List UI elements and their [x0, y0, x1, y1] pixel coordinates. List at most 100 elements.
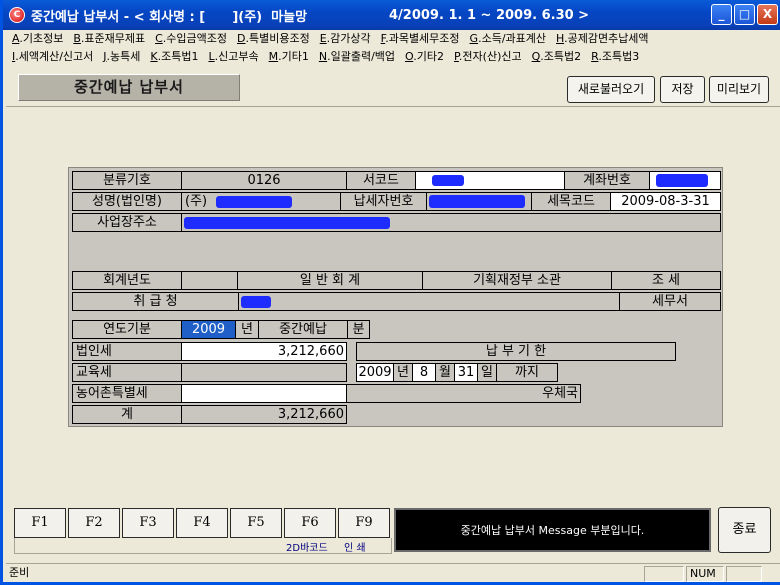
menu-label: .조특법1: [157, 50, 199, 63]
menu-item-l[interactable]: L.신고부속: [208, 50, 258, 63]
menu-label: .세액계산/신고서: [15, 50, 94, 63]
menu-label: .과목별세무조정: [385, 32, 460, 45]
status-bar: 준비 NUM: [6, 563, 780, 582]
fiscal-year-label: 회계년도: [72, 271, 182, 290]
menu-item-k[interactable]: K.조특법1: [150, 50, 198, 63]
redacted-office-code: [432, 175, 464, 186]
office-code-label: 서코드: [346, 171, 416, 190]
name-prefix: (주): [185, 194, 208, 209]
menu-label: .조특법3: [598, 50, 640, 63]
menu-label: .조특법2: [540, 50, 582, 63]
minimize-button[interactable]: _: [711, 4, 732, 25]
tax-payment-form: 분류기호 0126 서코드 계좌번호 성명(법인명) (주) 납세자번호 세목코…: [68, 167, 723, 427]
f4-button[interactable]: F4: [176, 508, 228, 538]
redacted-handler: [241, 296, 271, 308]
edu-tax-label: 교육세: [72, 363, 182, 382]
f9-button[interactable]: F9: [338, 508, 390, 538]
menu-item-m[interactable]: M.기타1: [269, 50, 309, 63]
status-num: NUM: [686, 566, 724, 582]
name-field[interactable]: (주): [181, 192, 341, 211]
menu-item-q[interactable]: Q.조특법2: [532, 50, 582, 63]
f3-button[interactable]: F3: [122, 508, 174, 538]
due-date-label: 납 부 기 한: [356, 342, 676, 361]
maximize-button[interactable]: □: [734, 4, 755, 25]
menu-accesskey: K: [150, 50, 158, 63]
menu-label: .감가상각: [326, 32, 371, 45]
menu-accesskey: M: [268, 50, 279, 63]
post-office-label: 우체국: [346, 384, 581, 403]
edu-tax-input[interactable]: [181, 363, 347, 382]
handler-field[interactable]: [238, 292, 620, 311]
menu-item-c[interactable]: C.수입금액조정: [155, 32, 227, 45]
reload-button[interactable]: 새로불러오기: [567, 76, 655, 103]
exit-button[interactable]: 종료: [718, 507, 771, 553]
f1-button[interactable]: F1: [14, 508, 66, 538]
menu-item-b[interactable]: B.표준재무제표: [73, 32, 145, 45]
redacted-company-name: [216, 196, 292, 208]
tax-item-code-field[interactable]: 2009-08-3-31: [610, 192, 721, 211]
menu-item-p[interactable]: P.전자(산)신고: [454, 50, 522, 63]
menu-item-e[interactable]: E.감가상각: [320, 32, 371, 45]
app-icon[interactable]: C: [9, 7, 25, 23]
rural-tax-input[interactable]: [181, 384, 347, 403]
due-day-input[interactable]: 31: [454, 363, 478, 382]
separator: [6, 106, 780, 107]
ministry-label: 기획재정부 소관: [422, 271, 612, 290]
menu-label: .소득/과표계산: [478, 32, 547, 45]
menu-item-d[interactable]: D.특별비용조정: [237, 32, 310, 45]
menu-bar-row2: I.세액계산/신고서 J.농특세 K.조특법1 L.신고부속 M.기타1 N.일괄출력/백…: [12, 48, 649, 64]
menu-accesskey: H: [556, 32, 565, 45]
due-month-input[interactable]: 8: [412, 363, 436, 382]
corp-tax-input[interactable]: 3,212,660: [181, 342, 347, 361]
f9-label: 인 쇄: [344, 543, 366, 554]
general-account-label: 일 반 회 계: [237, 271, 423, 290]
redacted-address: [184, 217, 390, 229]
menu-label: .특별비용조정: [245, 32, 310, 45]
f2-button[interactable]: F2: [68, 508, 120, 538]
menu-item-o[interactable]: O.기타2: [405, 50, 444, 63]
save-button[interactable]: 저장: [660, 76, 705, 103]
corp-tax-label: 법인세: [72, 342, 182, 361]
menu-label: .수입금액조정: [162, 32, 227, 45]
business-address-field[interactable]: [181, 213, 721, 232]
menu-item-r[interactable]: R.조특법3: [591, 50, 639, 63]
menu-item-h[interactable]: H.공제감면추납세액: [556, 32, 649, 45]
due-day-unit: 일: [477, 363, 497, 382]
taxpayer-no-label: 납세자번호: [340, 192, 427, 211]
menu-item-j[interactable]: J.농특세: [103, 50, 140, 63]
portion-unit: 분: [347, 320, 370, 339]
menu-item-a[interactable]: A.기초정보: [12, 32, 63, 45]
total-label: 계: [72, 405, 182, 424]
client-area: A.기초정보 B.표준재무제표 C.수입금액조정 D.특별비용조정 E.감가상각 F.과목…: [6, 30, 780, 582]
fiscal-year-field[interactable]: [181, 271, 238, 290]
close-window-button[interactable]: X: [757, 4, 778, 25]
f6-label: 2D바코드: [286, 543, 328, 554]
redacted-account-no: [656, 174, 708, 187]
menu-item-f[interactable]: F.과목별세무조정: [381, 32, 460, 45]
title-bar[interactable]: C 중간예납 납부서 - < 회사명 : [ ](주) 마늘망 4/2009. …: [3, 0, 780, 30]
menu-accesskey: E: [319, 32, 327, 45]
year-unit: 년: [235, 320, 259, 339]
f6-button[interactable]: F6: [284, 508, 336, 538]
preview-button[interactable]: 미리보기: [709, 76, 769, 103]
menu-accesskey: B: [73, 32, 81, 45]
status-pane-blank: [644, 566, 684, 582]
due-year-input[interactable]: 2009: [356, 363, 394, 382]
menu-accesskey: G: [469, 32, 479, 45]
account-no-field[interactable]: [649, 171, 721, 190]
menu-bar-row1: A.기초정보 B.표준재무제표 C.수입금액조정 D.특별비용조정 E.감가상각 F.과목…: [12, 30, 659, 46]
menu-item-i[interactable]: I.세액계산/신고서: [12, 50, 93, 63]
year-label: 연도기분: [72, 320, 182, 339]
taxpayer-no-field[interactable]: [426, 192, 532, 211]
due-month-unit: 월: [435, 363, 455, 382]
menu-item-g[interactable]: G.소득/과표계산: [470, 32, 546, 45]
menu-item-n[interactable]: N.일괄출력/백업: [319, 50, 395, 63]
classification-label: 분류기호: [72, 171, 182, 190]
office-code-field[interactable]: [415, 171, 565, 190]
f5-button[interactable]: F5: [230, 508, 282, 538]
redacted-taxpayer-no: [429, 195, 525, 208]
year-input[interactable]: 2009: [181, 320, 236, 339]
account-no-label: 계좌번호: [564, 171, 650, 190]
menu-label: .공제감면추납세액: [564, 32, 649, 45]
main-window: C 중간예납 납부서 - < 회사명 : [ ](주) 마늘망 4/2009. …: [0, 0, 780, 585]
